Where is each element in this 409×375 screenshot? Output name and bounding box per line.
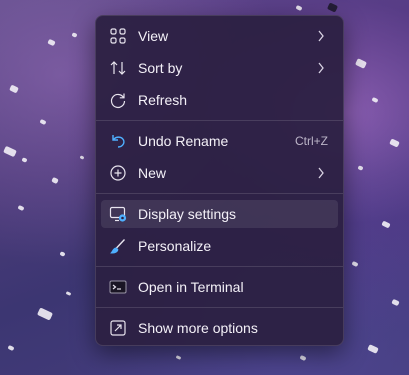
menu-item-label: View [138, 28, 169, 44]
wallpaper-rock [371, 96, 379, 104]
menu-item-display-settings[interactable]: Display settings [101, 200, 338, 228]
grid-icon [110, 28, 126, 44]
chevron-right-icon [318, 62, 324, 74]
wallpaper-rock [357, 165, 364, 171]
menu-item-label: Show more options [138, 320, 258, 336]
menu-separator [96, 193, 343, 194]
wallpaper-rock [9, 84, 19, 94]
wallpaper-rock [51, 176, 59, 185]
keyboard-shortcut: Ctrl+Z [295, 134, 328, 148]
wallpaper-rock [59, 251, 66, 257]
menu-item-sort-by[interactable]: Sort by [101, 54, 338, 82]
desktop-context-menu: View Sort by Refresh Undo Rename Ctrl+Z … [95, 15, 344, 346]
wallpaper-rock [21, 157, 28, 163]
menu-separator [96, 266, 343, 267]
menu-item-new[interactable]: New [101, 159, 338, 187]
wallpaper-rock [295, 4, 303, 12]
menu-separator [96, 120, 343, 121]
wallpaper-rock [299, 354, 307, 362]
chevron-right-icon [318, 167, 324, 179]
menu-item-undo-rename[interactable]: Undo Rename Ctrl+Z [101, 127, 338, 155]
wallpaper-rock [7, 344, 15, 352]
menu-item-show-more-options[interactable]: Show more options [101, 314, 338, 342]
wallpaper-rock [17, 204, 25, 212]
menu-item-label: Refresh [138, 92, 188, 108]
desktop-wallpaper: View Sort by Refresh Undo Rename Ctrl+Z … [0, 0, 409, 375]
refresh-icon [110, 93, 126, 109]
add-circle-icon [110, 165, 126, 181]
terminal-icon [109, 280, 127, 294]
wallpaper-rock [79, 155, 85, 160]
brush-icon [110, 239, 126, 254]
display-settings-icon [109, 206, 127, 222]
wallpaper-rock [351, 260, 359, 268]
menu-separator [96, 307, 343, 308]
wallpaper-rock [36, 307, 54, 321]
menu-item-label: Open in Terminal [138, 279, 244, 295]
wallpaper-rock [367, 344, 379, 354]
wallpaper-rock [65, 291, 72, 296]
wallpaper-rock [389, 138, 400, 148]
wallpaper-rock [71, 32, 78, 38]
menu-item-open-in-terminal[interactable]: Open in Terminal [101, 273, 338, 301]
undo-icon [112, 135, 125, 148]
wallpaper-rock [175, 355, 182, 360]
menu-item-label: Sort by [138, 60, 183, 76]
show-more-icon [110, 320, 126, 336]
wallpaper-rock [354, 58, 368, 69]
sort-arrows-icon [110, 61, 126, 75]
wallpaper-rock [391, 298, 400, 307]
wallpaper-rock [326, 2, 339, 13]
menu-item-personalize[interactable]: Personalize [101, 232, 338, 260]
wallpaper-rock [39, 118, 47, 126]
wallpaper-rock [47, 38, 56, 47]
menu-item-view[interactable]: View [101, 22, 338, 50]
menu-item-label: Undo Rename [138, 133, 229, 149]
menu-item-label: Display settings [138, 206, 237, 222]
menu-item-refresh[interactable]: Refresh [101, 86, 338, 114]
menu-item-label: New [138, 165, 167, 181]
wallpaper-rock [381, 220, 391, 229]
wallpaper-rock [3, 145, 17, 158]
chevron-right-icon [318, 30, 324, 42]
menu-item-label: Personalize [138, 238, 212, 254]
